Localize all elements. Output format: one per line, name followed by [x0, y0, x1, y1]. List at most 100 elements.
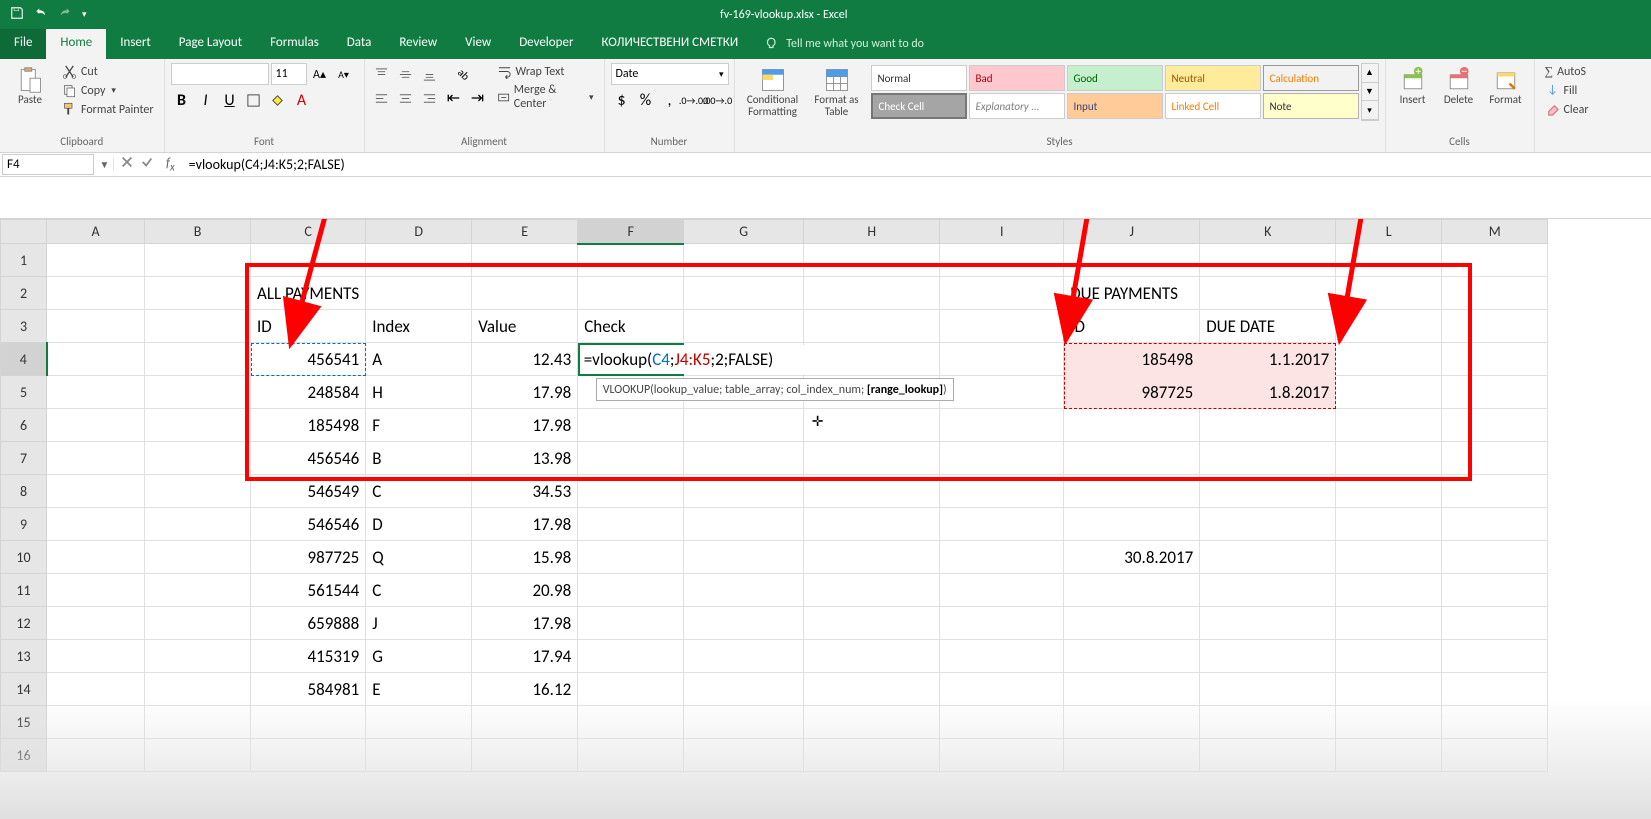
- cell-M5[interactable]: [1442, 376, 1548, 409]
- tab-developer[interactable]: Developer: [505, 29, 587, 59]
- cell-H6[interactable]: [804, 409, 940, 442]
- percent-format-icon[interactable]: %: [635, 89, 657, 111]
- cell-B3[interactable]: [145, 310, 251, 343]
- cell-L4[interactable]: [1336, 343, 1442, 376]
- style-check-cell[interactable]: Check Cell: [871, 93, 967, 119]
- undo-icon[interactable]: [34, 6, 48, 24]
- cell-D12[interactable]: J: [366, 607, 472, 640]
- cell-J10[interactable]: 30.8.2017: [1064, 541, 1200, 574]
- number-format-select[interactable]: Date▾: [611, 63, 729, 85]
- col-header-D[interactable]: D: [366, 220, 472, 244]
- cell-C7[interactable]: 456546: [251, 442, 366, 475]
- row-header-6[interactable]: 6: [1, 409, 47, 442]
- redo-icon[interactable]: [58, 6, 72, 24]
- fill-button[interactable]: Fill: [1541, 82, 1593, 99]
- cell-E8[interactable]: 34.53: [472, 475, 578, 508]
- cell-L7[interactable]: [1336, 442, 1442, 475]
- style-bad[interactable]: Bad: [969, 65, 1065, 91]
- cell-F12[interactable]: [578, 607, 684, 640]
- align-center-icon[interactable]: [395, 87, 417, 109]
- cell-A9[interactable]: [47, 508, 145, 541]
- name-box[interactable]: F4: [2, 154, 94, 175]
- cell-B8[interactable]: [145, 475, 251, 508]
- conditional-formatting-button[interactable]: Conditional Formatting: [741, 63, 805, 118]
- cell-A10[interactable]: [47, 541, 145, 574]
- cell-D3[interactable]: Index: [366, 310, 472, 343]
- decrease-font-icon[interactable]: A▾: [333, 63, 355, 85]
- clear-button[interactable]: Clear: [1541, 101, 1593, 118]
- cell-J13[interactable]: [1064, 640, 1200, 673]
- cell-E4[interactable]: 12.43: [472, 343, 578, 376]
- cell-K4[interactable]: 1.1.2017: [1200, 343, 1336, 376]
- cell-G10[interactable]: [684, 541, 804, 574]
- style-explanatory[interactable]: Explanatory ...: [969, 93, 1065, 119]
- tab-formulas[interactable]: Formulas: [256, 29, 333, 59]
- row-header-8[interactable]: 8: [1, 475, 47, 508]
- cell-G1[interactable]: [684, 244, 804, 277]
- col-header-F[interactable]: F: [578, 220, 684, 244]
- cell-H10[interactable]: [804, 541, 940, 574]
- tell-me[interactable]: Tell me what you want to do: [752, 29, 938, 59]
- col-header-A[interactable]: A: [47, 220, 145, 244]
- cell-D4[interactable]: A: [366, 343, 472, 376]
- col-header-C[interactable]: C: [251, 220, 366, 244]
- cell-D6[interactable]: F: [366, 409, 472, 442]
- cell-I7[interactable]: [940, 442, 1064, 475]
- cell-B5[interactable]: [145, 376, 251, 409]
- cell-L10[interactable]: [1336, 541, 1442, 574]
- cell-D13[interactable]: G: [366, 640, 472, 673]
- cell-E1[interactable]: [472, 244, 578, 277]
- tab-home[interactable]: Home: [46, 29, 106, 59]
- cell-C4[interactable]: 456541: [251, 343, 366, 376]
- font-name-select[interactable]: [171, 63, 269, 85]
- tab-review[interactable]: Review: [385, 29, 451, 59]
- cell-E2[interactable]: [472, 277, 578, 310]
- cell-L5[interactable]: [1336, 376, 1442, 409]
- style-gallery-nav[interactable]: ▲▼▾: [1361, 63, 1379, 121]
- cell-F1[interactable]: [578, 244, 684, 277]
- cell-styles-gallery[interactable]: Normal Bad Good Neutral Calculation Chec…: [869, 63, 1361, 121]
- row-header-13[interactable]: 13: [1, 640, 47, 673]
- cell-B7[interactable]: [145, 442, 251, 475]
- cell-B1[interactable]: [145, 244, 251, 277]
- cell-B11[interactable]: [145, 574, 251, 607]
- cell-C3[interactable]: ID: [251, 310, 366, 343]
- cell-A11[interactable]: [47, 574, 145, 607]
- cell-I11[interactable]: [940, 574, 1064, 607]
- comma-format-icon[interactable]: ,: [659, 89, 681, 111]
- cell-J8[interactable]: [1064, 475, 1200, 508]
- cell-F13[interactable]: [578, 640, 684, 673]
- row-header-7[interactable]: 7: [1, 442, 47, 475]
- merge-center-button[interactable]: Merge & Center▾: [493, 82, 598, 112]
- row-header-12[interactable]: 12: [1, 607, 47, 640]
- cell-F11[interactable]: [578, 574, 684, 607]
- cell-H11[interactable]: [804, 574, 940, 607]
- cell-I12[interactable]: [940, 607, 1064, 640]
- cell-E5[interactable]: 17.98: [472, 376, 578, 409]
- tab-view[interactable]: View: [451, 29, 505, 59]
- cell-C8[interactable]: 546549: [251, 475, 366, 508]
- increase-font-icon[interactable]: A▴: [309, 63, 331, 85]
- cell-E13[interactable]: 17.94: [472, 640, 578, 673]
- cell-D10[interactable]: Q: [366, 541, 472, 574]
- cell-M3[interactable]: [1442, 310, 1548, 343]
- cell-E11[interactable]: 20.98: [472, 574, 578, 607]
- col-header-M[interactable]: M: [1442, 220, 1548, 244]
- cell-L1[interactable]: [1336, 244, 1442, 277]
- col-header-G[interactable]: G: [684, 220, 804, 244]
- col-header-E[interactable]: E: [472, 220, 578, 244]
- cell-K12[interactable]: [1200, 607, 1336, 640]
- orientation-icon[interactable]: ab: [453, 63, 475, 85]
- cell-M1[interactable]: [1442, 244, 1548, 277]
- cell-D7[interactable]: B: [366, 442, 472, 475]
- cell-H12[interactable]: [804, 607, 940, 640]
- cell-H7[interactable]: [804, 442, 940, 475]
- delete-cells-button[interactable]: Delete: [1438, 63, 1480, 106]
- cell-I5[interactable]: [940, 376, 1064, 409]
- cell-M6[interactable]: [1442, 409, 1548, 442]
- cell-J3[interactable]: ID: [1064, 310, 1200, 343]
- cell-L11[interactable]: [1336, 574, 1442, 607]
- cell-H9[interactable]: [804, 508, 940, 541]
- style-input[interactable]: Input: [1067, 93, 1163, 119]
- font-color-button[interactable]: A: [291, 89, 313, 111]
